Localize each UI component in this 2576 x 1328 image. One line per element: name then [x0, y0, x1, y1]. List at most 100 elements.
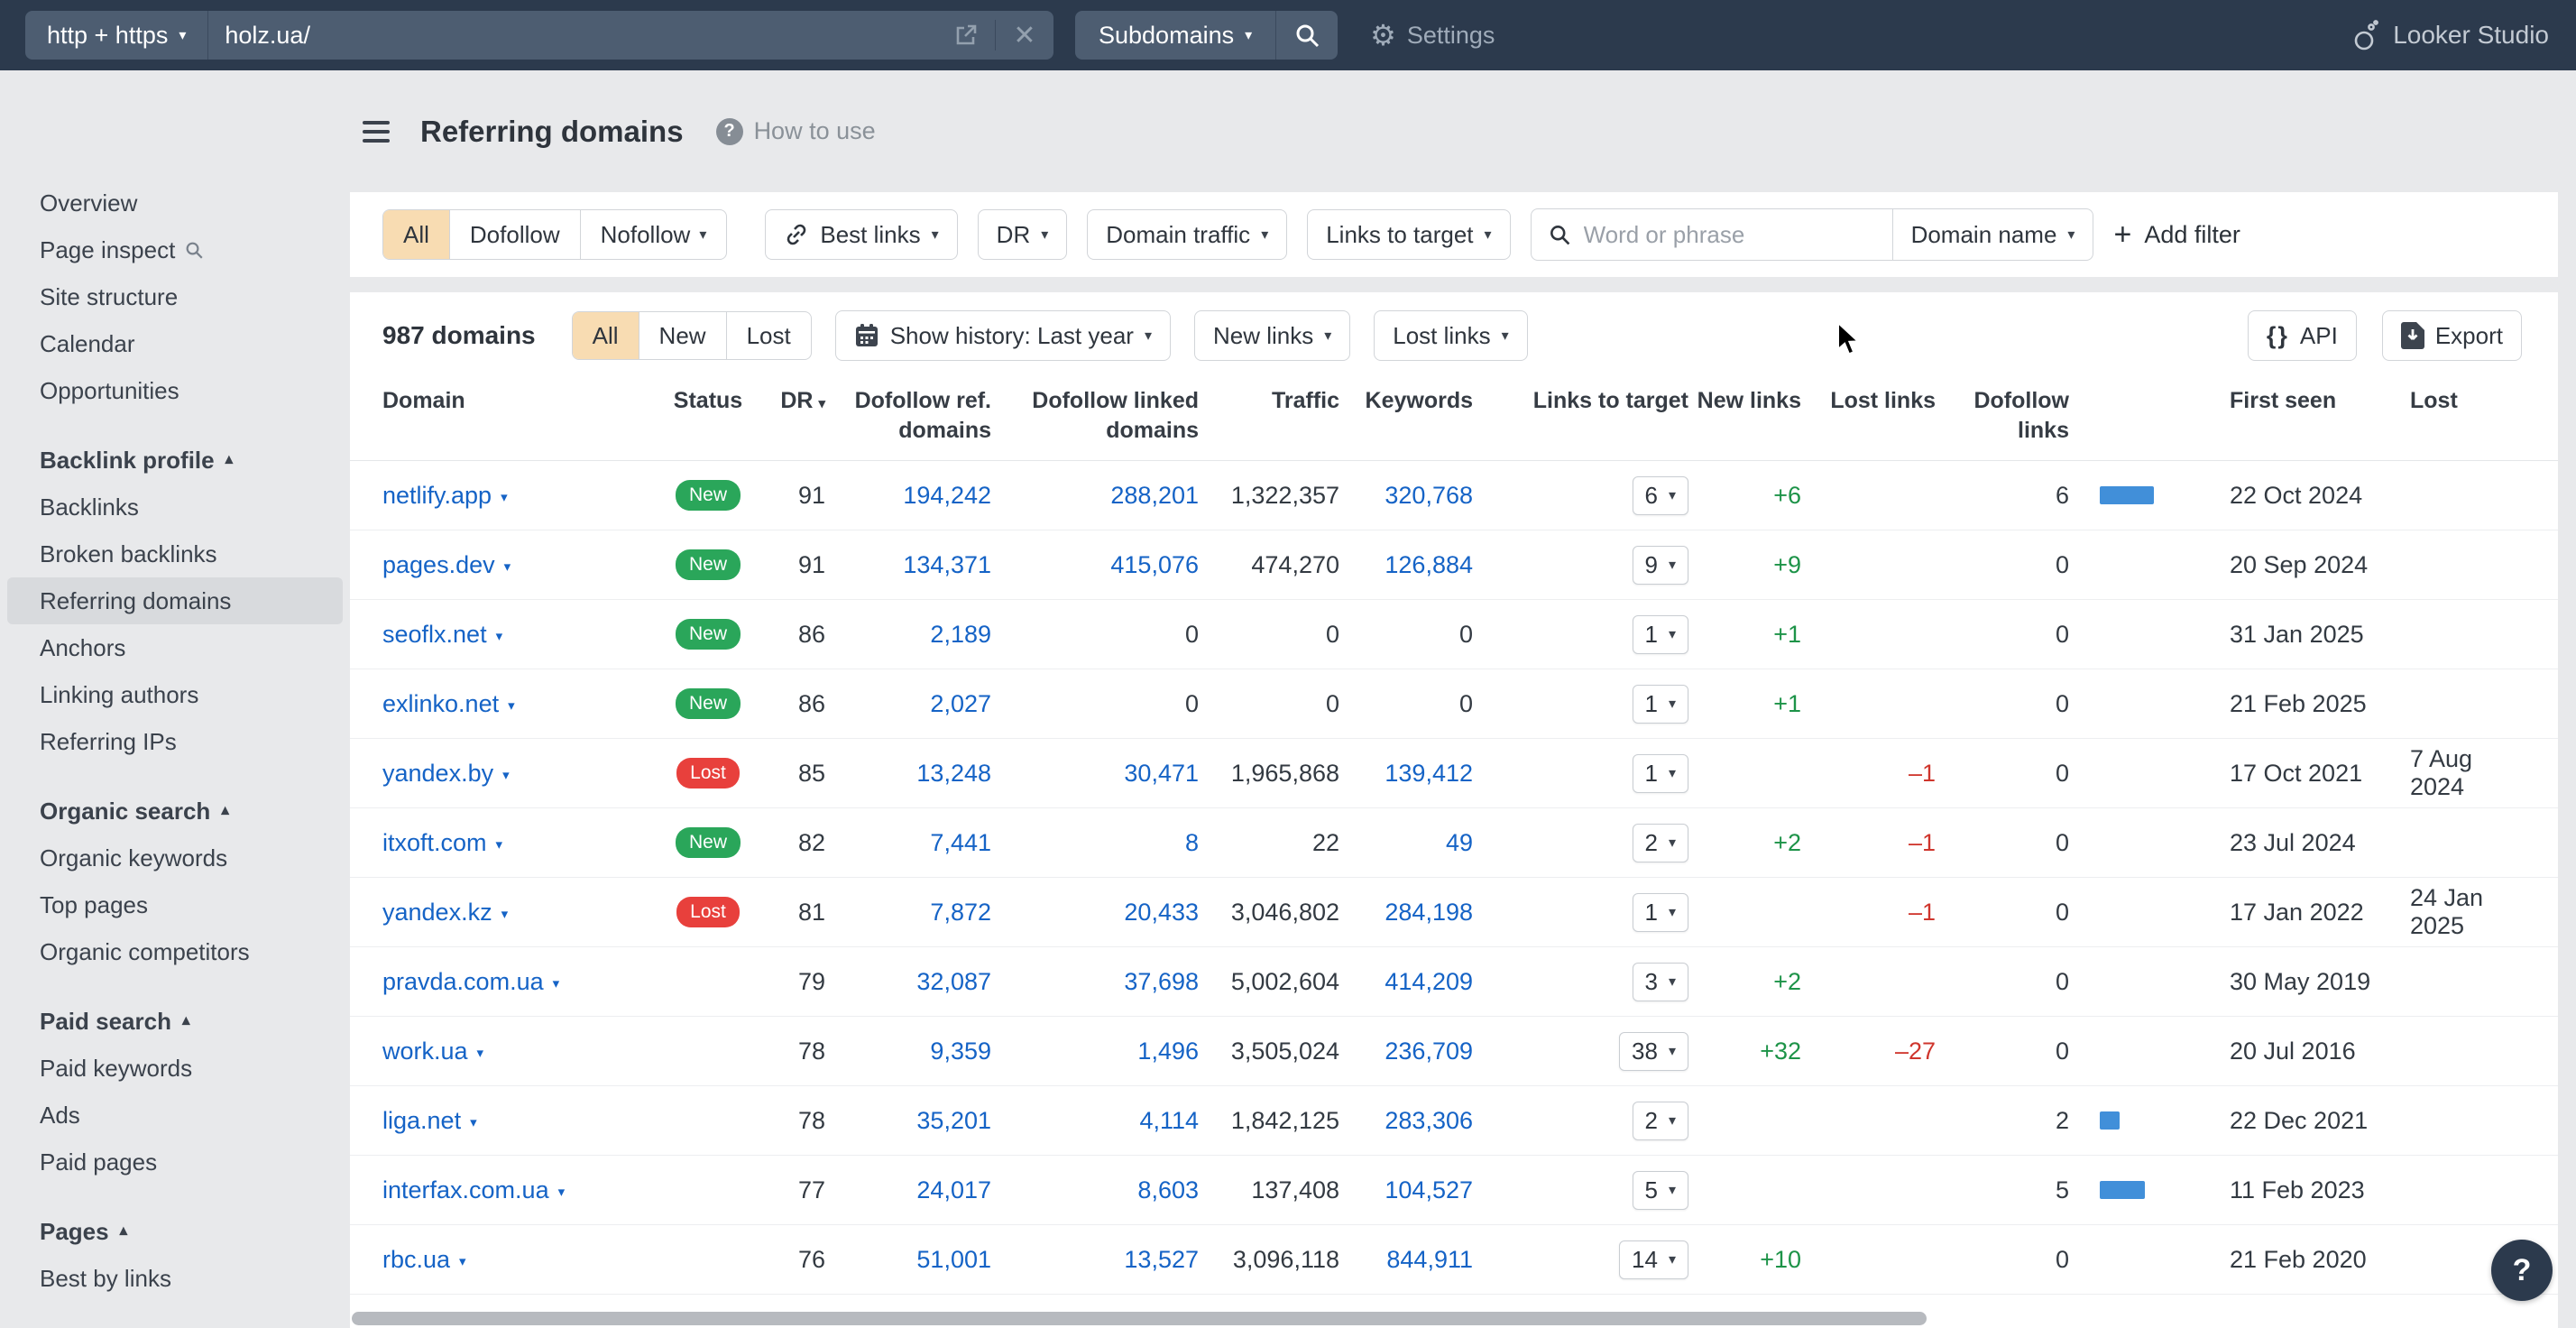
dofollow-linked-link[interactable]: 8 [1185, 829, 1199, 857]
dofollow-linked-link[interactable]: 4,114 [1139, 1107, 1199, 1135]
domain-link[interactable]: yandex.by [382, 760, 493, 788]
domain-link[interactable]: work.ua [382, 1038, 468, 1065]
domain-caret-icon[interactable]: ▾ [558, 1184, 566, 1200]
column-header-first-seen[interactable]: First seen [2230, 386, 2410, 446]
sidebar-item-ads[interactable]: Ads [7, 1092, 343, 1139]
dofollow-ref-link[interactable]: 35,201 [916, 1107, 991, 1135]
keywords-link[interactable]: 49 [1446, 829, 1473, 857]
keywords-link[interactable]: 320,768 [1385, 482, 1473, 510]
column-header-new-links[interactable]: New links [1688, 386, 1801, 446]
column-header-status[interactable]: Status [667, 386, 749, 446]
keywords-link[interactable]: 283,306 [1385, 1107, 1473, 1135]
dofollow-ref-link[interactable]: 51,001 [916, 1246, 991, 1274]
dofollow-ref-link[interactable]: 7,441 [930, 829, 991, 857]
sidebar-item-broken-backlinks[interactable]: Broken backlinks [7, 530, 343, 577]
segment-dofollow[interactable]: Dofollow [449, 210, 580, 259]
dofollow-ref-link[interactable]: 9,359 [930, 1038, 991, 1065]
domain-caret-icon[interactable]: ▾ [496, 628, 503, 644]
dofollow-linked-link[interactable]: 30,471 [1124, 760, 1199, 788]
segment-all[interactable]: All [573, 312, 639, 359]
keywords-link[interactable]: 104,527 [1385, 1176, 1473, 1204]
column-header-domain[interactable]: Domain [382, 386, 667, 446]
export-button[interactable]: Export [2382, 310, 2522, 361]
dr-filter-button[interactable]: DR ▾ [978, 209, 1068, 260]
search-button[interactable] [1276, 11, 1338, 60]
dofollow-linked-link[interactable]: 8,603 [1137, 1176, 1199, 1204]
links-to-target-dropdown[interactable]: 9▾ [1633, 546, 1689, 585]
links-to-target-dropdown[interactable]: 5▾ [1633, 1171, 1689, 1210]
domain-link[interactable]: interfax.com.ua [382, 1176, 549, 1204]
sidebar-section-header[interactable]: Pages▴ [7, 1208, 343, 1255]
keywords-link[interactable]: 236,709 [1385, 1038, 1473, 1065]
dofollow-linked-link[interactable]: 288,201 [1110, 482, 1199, 510]
new-links-button[interactable]: New links ▾ [1194, 310, 1350, 361]
links-to-target-dropdown[interactable]: 1▾ [1633, 893, 1689, 932]
show-history-button[interactable]: Show history: Last year ▾ [835, 310, 1171, 361]
search-scope-dropdown[interactable]: Domain name ▾ [1892, 209, 2093, 260]
clear-url-icon[interactable]: ✕ [996, 11, 1053, 60]
domain-caret-icon[interactable]: ▾ [470, 1114, 477, 1130]
keywords-link[interactable]: 126,884 [1385, 551, 1473, 579]
keywords-link[interactable]: 139,412 [1385, 760, 1473, 788]
add-filter-button[interactable]: + Add filter [2113, 219, 2240, 250]
scope-dropdown[interactable]: Subdomains ▾ [1075, 11, 1276, 60]
help-fab-button[interactable]: ? [2491, 1240, 2553, 1301]
dofollow-ref-link[interactable]: 2,189 [930, 621, 991, 649]
lost-links-button[interactable]: Lost links ▾ [1374, 310, 1527, 361]
column-header-links-to-target[interactable]: Links to target [1473, 386, 1688, 446]
dofollow-linked-link[interactable]: 415,076 [1110, 551, 1199, 579]
sidebar-section-header[interactable]: Backlink profile▴ [7, 437, 343, 484]
domain-caret-icon[interactable]: ▾ [504, 558, 511, 575]
menu-toggle-icon[interactable] [363, 121, 390, 143]
dofollow-ref-link[interactable]: 13,248 [916, 760, 991, 788]
sidebar-item-paid-keywords[interactable]: Paid keywords [7, 1045, 343, 1092]
dofollow-linked-link[interactable]: 37,698 [1124, 968, 1199, 996]
horizontal-scrollbar[interactable] [352, 1312, 1927, 1325]
links-to-target-dropdown[interactable]: 14▾ [1619, 1240, 1688, 1279]
column-header-dofollow-links[interactable]: Dofollow links [1936, 386, 2069, 446]
links-to-target-dropdown[interactable]: 1▾ [1633, 754, 1689, 793]
links-to-target-dropdown[interactable]: 38▾ [1619, 1032, 1688, 1071]
domain-link[interactable]: liga.net [382, 1107, 461, 1135]
dofollow-linked-link[interactable]: 13,527 [1124, 1246, 1199, 1274]
links-to-target-dropdown[interactable]: 2▾ [1633, 1102, 1689, 1140]
sidebar-item-referring-ips[interactable]: Referring IPs [7, 718, 343, 765]
settings-button[interactable]: ⚙ Settings [1370, 21, 1495, 50]
segment-new[interactable]: New [639, 312, 726, 359]
open-external-icon[interactable] [937, 11, 995, 60]
links-to-target-dropdown[interactable]: 3▾ [1633, 963, 1689, 1001]
keywords-link[interactable]: 844,911 [1386, 1246, 1473, 1274]
domain-link[interactable]: seoflx.net [382, 621, 487, 649]
dofollow-ref-link[interactable]: 2,027 [930, 690, 991, 718]
domain-link[interactable]: pages.dev [382, 551, 495, 579]
api-button[interactable]: {} API [2248, 310, 2357, 361]
dofollow-ref-link[interactable]: 7,872 [930, 899, 991, 927]
looker-studio-button[interactable]: Looker Studio [2351, 19, 2549, 51]
sidebar-item-top-pages[interactable]: Top pages [7, 881, 343, 928]
sidebar-item-best-by-links[interactable]: Best by links [7, 1255, 343, 1302]
domain-caret-icon[interactable]: ▾ [477, 1045, 484, 1061]
column-header-lost-links[interactable]: Lost links [1801, 386, 1936, 446]
domain-caret-icon[interactable]: ▾ [553, 975, 560, 991]
domain-caret-icon[interactable]: ▾ [508, 697, 515, 714]
keywords-link[interactable]: 284,198 [1385, 899, 1473, 927]
domain-caret-icon[interactable]: ▾ [501, 906, 509, 922]
segment-nofollow[interactable]: Nofollow▾ [580, 210, 727, 259]
dofollow-ref-link[interactable]: 32,087 [916, 968, 991, 996]
domain-caret-icon[interactable]: ▾ [496, 836, 503, 853]
sidebar-item-site-structure[interactable]: Site structure [7, 273, 343, 320]
how-to-use-link[interactable]: ? How to use [716, 117, 876, 145]
links-to-target-filter-button[interactable]: Links to target ▾ [1307, 209, 1510, 260]
column-header-keywords[interactable]: Keywords [1339, 386, 1473, 446]
sidebar-section-header[interactable]: Paid search▴ [7, 998, 343, 1045]
sidebar-item-anchors[interactable]: Anchors [7, 624, 343, 671]
sidebar-item-organic-competitors[interactable]: Organic competitors [7, 928, 343, 975]
domain-caret-icon[interactable]: ▾ [501, 489, 508, 505]
domain-traffic-filter-button[interactable]: Domain traffic ▾ [1087, 209, 1287, 260]
word-search-input[interactable] [1584, 221, 1876, 249]
domain-link[interactable]: pravda.com.ua [382, 968, 544, 996]
url-input[interactable]: holz.ua/ [208, 11, 937, 60]
sidebar-item-opportunities[interactable]: Opportunities [7, 367, 343, 414]
column-header-dr[interactable]: DR▾ [749, 386, 825, 446]
column-header-traffic[interactable]: Traffic [1199, 386, 1339, 446]
